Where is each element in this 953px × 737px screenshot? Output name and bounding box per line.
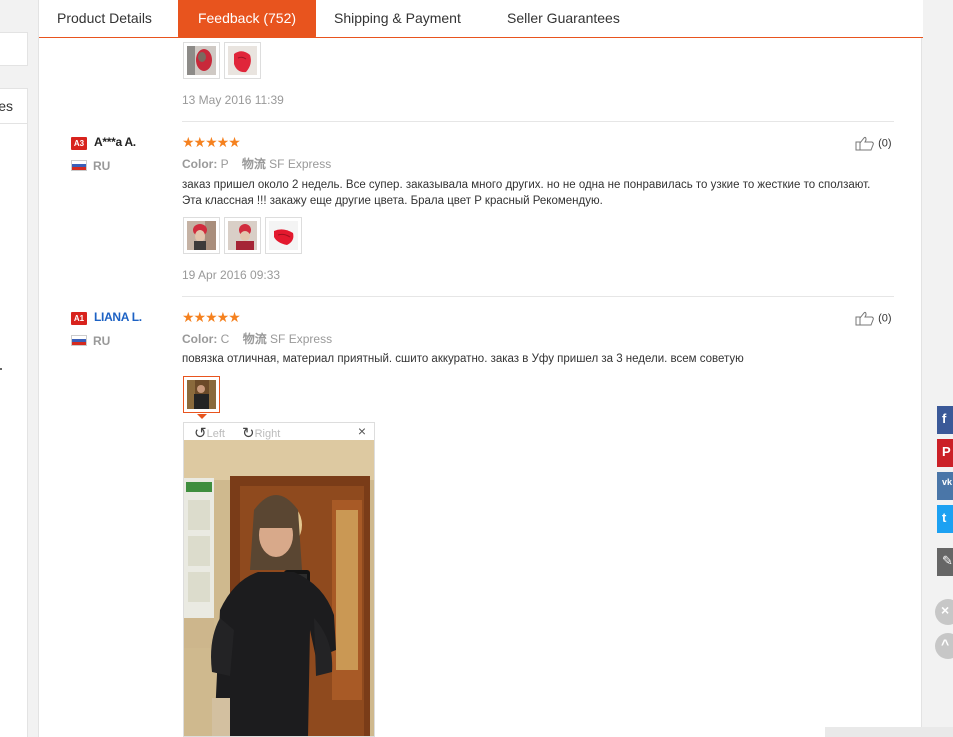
review-photo-image bbox=[187, 380, 216, 409]
thumbs-up-icon bbox=[855, 311, 874, 326]
photo-viewer-toolbar: ↺Left ↻Right × bbox=[184, 423, 374, 442]
rating-stars: ★★★★★ bbox=[182, 309, 241, 325]
helpful-button[interactable]: (0) bbox=[855, 311, 892, 326]
helpful-count: (0) bbox=[878, 312, 892, 325]
review-photo-thumbnail[interactable] bbox=[224, 217, 261, 254]
review-photo-image bbox=[228, 46, 257, 75]
close-icon[interactable]: × bbox=[358, 423, 366, 439]
color-value: C bbox=[220, 332, 230, 346]
review-text: повязка отличная, материал приятный. сши… bbox=[182, 353, 744, 365]
logistics-label: 物流 bbox=[241, 157, 266, 171]
left-sidebar: es bbox=[0, 0, 28, 737]
tab-product-details[interactable]: Product Details bbox=[57, 0, 152, 38]
review-photo-thumbnail[interactable] bbox=[265, 217, 302, 254]
edit-icon: ✎ bbox=[942, 553, 953, 568]
pinterest-share-button[interactable]: P bbox=[937, 439, 953, 467]
thumbs-up-icon bbox=[855, 136, 874, 151]
russia-flag-icon bbox=[71, 160, 87, 171]
shipping-method: SF Express bbox=[270, 332, 333, 346]
color-label: Color: bbox=[182, 157, 218, 171]
close-share-button[interactable]: × bbox=[935, 599, 953, 625]
left-sidebar-item[interactable]: es bbox=[0, 88, 28, 124]
review-photo-large bbox=[184, 440, 374, 736]
edit-button[interactable]: ✎ bbox=[937, 548, 953, 576]
twitter-share-button[interactable]: t bbox=[937, 505, 953, 533]
photo-viewer: ↺Left ↻Right × bbox=[183, 422, 375, 737]
review-photo-image bbox=[228, 221, 257, 250]
shipping-method: SF Express bbox=[269, 157, 332, 171]
twitter-icon: t bbox=[942, 510, 947, 525]
review-separator bbox=[182, 296, 894, 297]
left-sidebar-item-label: es bbox=[0, 98, 13, 114]
review-date: 13 May 2016 11:39 bbox=[182, 93, 284, 107]
back-to-top-button[interactable]: ^ bbox=[935, 633, 953, 659]
left-sidebar-dot bbox=[0, 368, 2, 370]
russia-flag-icon bbox=[71, 335, 87, 346]
feedback-panel: Product Details Feedback (752) Shipping … bbox=[38, 0, 953, 737]
selected-photo-caret bbox=[197, 414, 207, 419]
review-attributes: Color: P 物流 SF Express bbox=[182, 155, 331, 172]
review-attributes: Color: C 物流 SF Express bbox=[182, 330, 332, 347]
chevron-up-icon: ^ bbox=[941, 636, 950, 652]
tab-shipping-payment[interactable]: Shipping & Payment bbox=[334, 0, 461, 38]
bottom-scroll-element bbox=[825, 727, 953, 737]
reviewer-name: A***a A. bbox=[94, 135, 136, 149]
left-sidebar-box bbox=[0, 32, 28, 66]
reviewer-name[interactable]: LIANA L. bbox=[94, 310, 142, 324]
review-text: заказ пришел около 2 недель. Все супер. … bbox=[182, 179, 871, 207]
review-photo-thumbnail[interactable] bbox=[183, 217, 220, 254]
helpful-button[interactable]: (0) bbox=[855, 136, 892, 151]
tab-feedback[interactable]: Feedback (752) bbox=[178, 0, 316, 38]
buyer-level-badge: A3 bbox=[71, 137, 87, 150]
rotate-right-label: Right bbox=[254, 428, 281, 440]
review-photo-thumbnail-selected[interactable] bbox=[183, 376, 220, 413]
pinterest-icon: P bbox=[942, 444, 951, 459]
buyer-level-badge: A1 bbox=[71, 312, 87, 325]
color-value: P bbox=[220, 157, 229, 171]
vk-share-button[interactable]: vk bbox=[937, 472, 953, 500]
color-label: Color: bbox=[182, 332, 218, 346]
review-photo-thumbnail[interactable] bbox=[183, 42, 220, 79]
logistics-label: 物流 bbox=[242, 332, 267, 346]
left-sidebar-panel bbox=[0, 124, 28, 737]
review-photo-image bbox=[187, 221, 216, 250]
rating-stars: ★★★★★ bbox=[182, 134, 241, 150]
facebook-share-button[interactable]: f bbox=[937, 406, 953, 434]
product-tabs: Product Details Feedback (752) Shipping … bbox=[39, 0, 923, 38]
rotate-left-label: Left bbox=[206, 428, 225, 440]
review-photo-image bbox=[187, 46, 216, 75]
vk-icon: vk bbox=[942, 477, 953, 487]
tab-seller-guarantees[interactable]: Seller Guarantees bbox=[507, 0, 620, 38]
reviewer-country: RU bbox=[93, 334, 111, 348]
review-photo-image bbox=[269, 221, 298, 250]
review-separator bbox=[182, 121, 894, 122]
helpful-count: (0) bbox=[878, 137, 892, 150]
close-icon: × bbox=[941, 602, 950, 618]
review-date: 19 Apr 2016 09:33 bbox=[182, 268, 281, 282]
reviewer-country: RU bbox=[93, 159, 111, 173]
review-photo-thumbnail[interactable] bbox=[224, 42, 261, 79]
facebook-icon: f bbox=[942, 411, 947, 426]
